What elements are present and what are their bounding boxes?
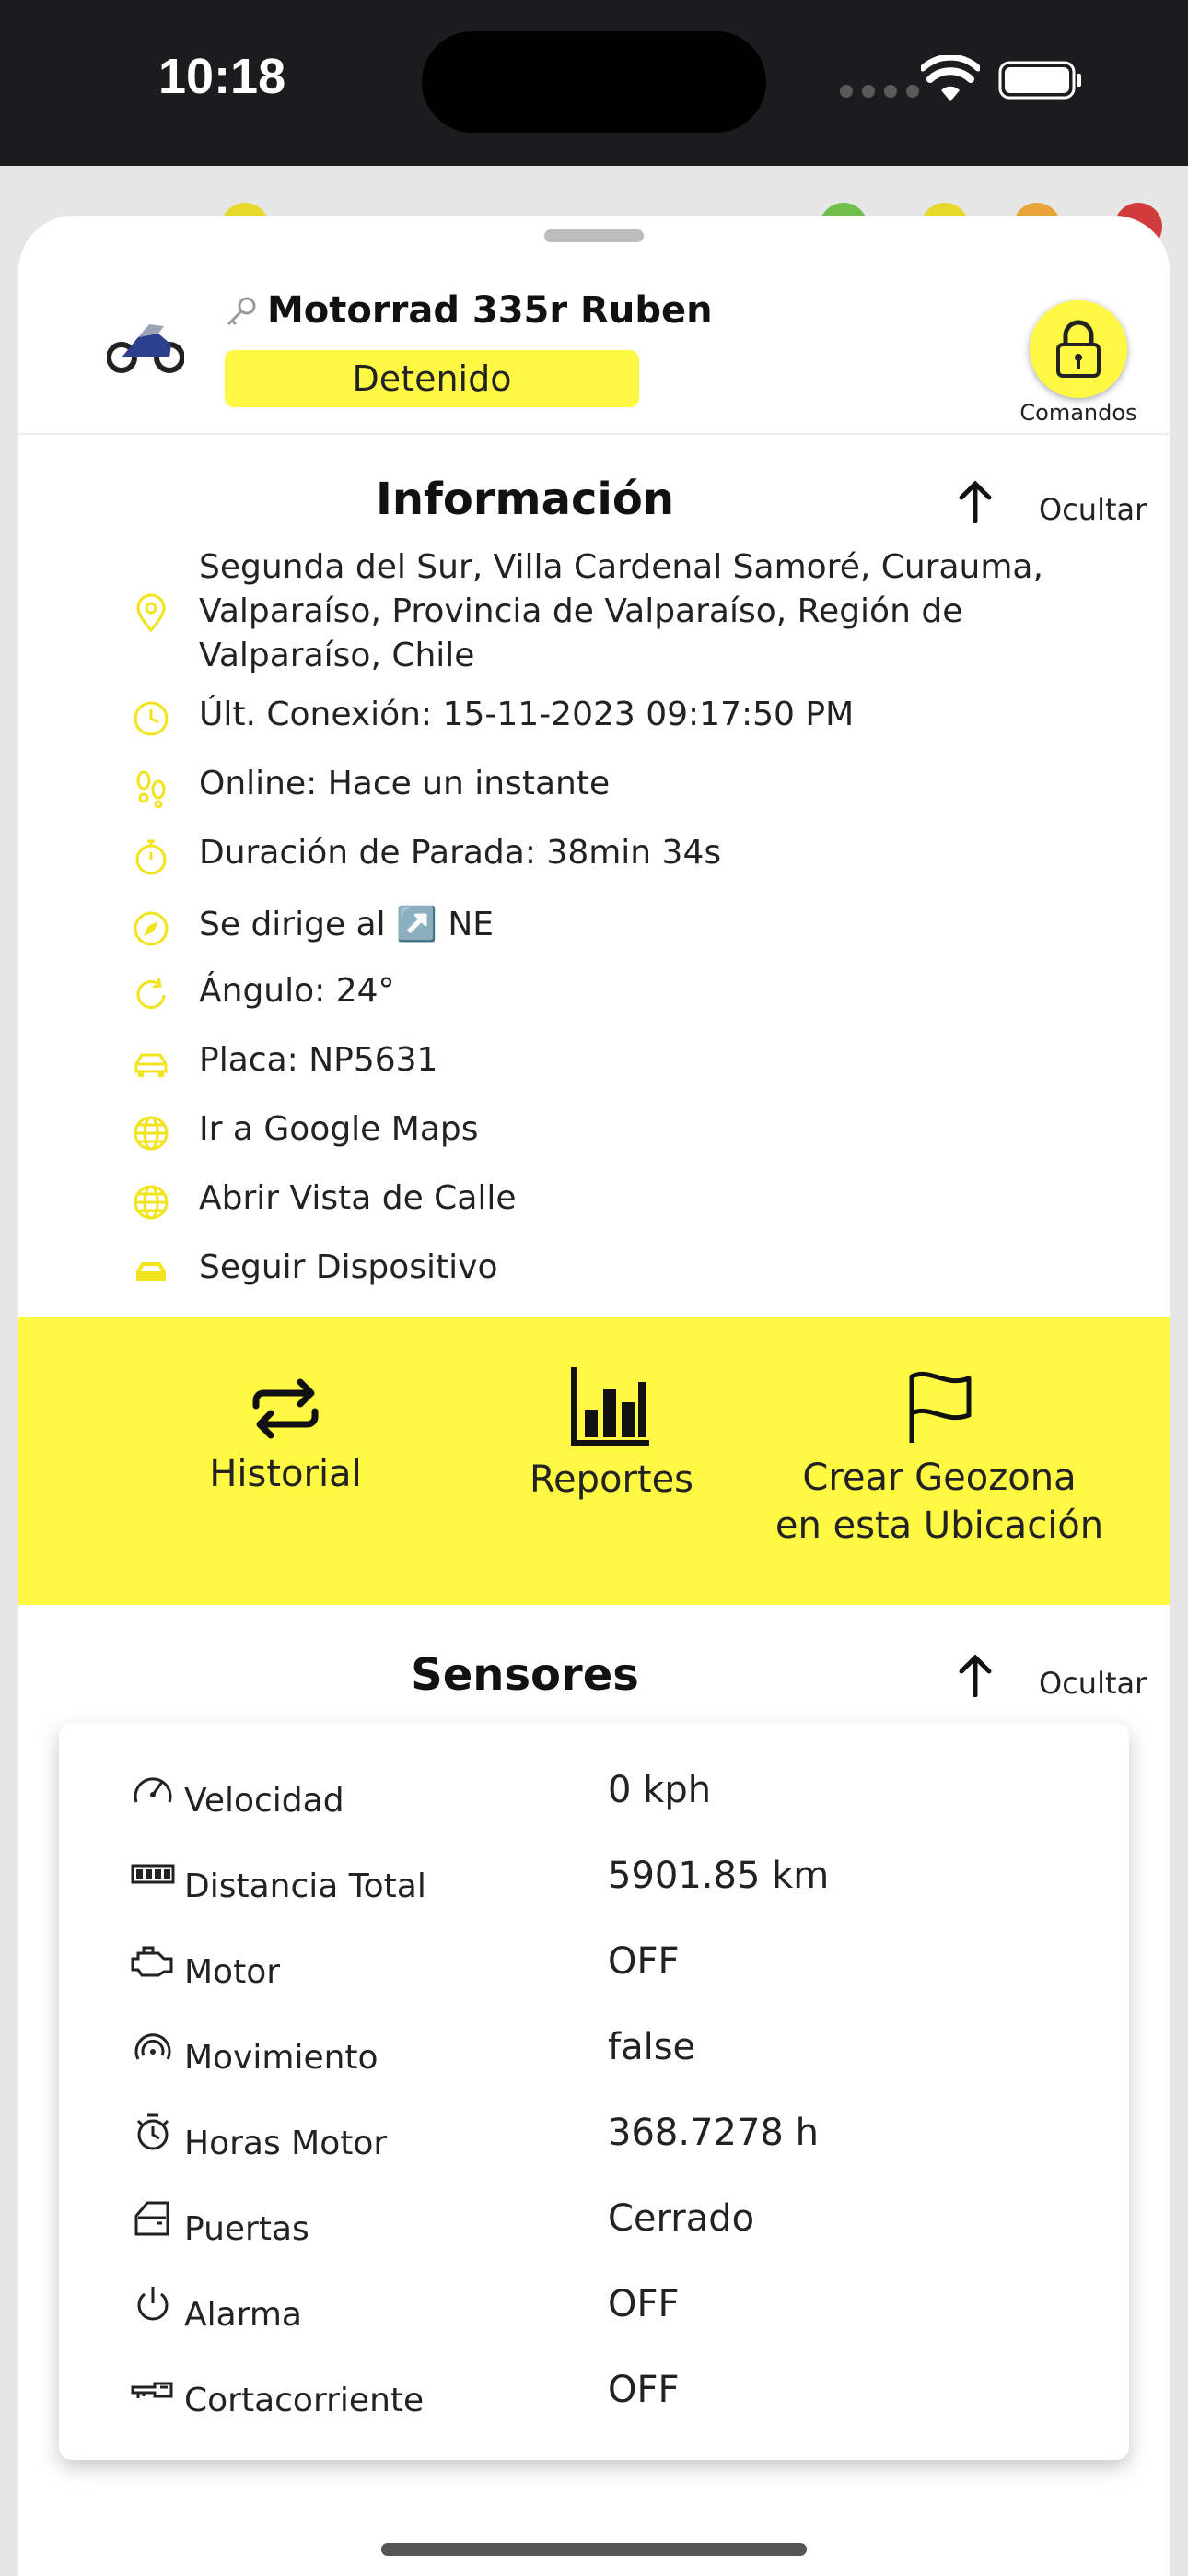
follow-device-link[interactable]: Seguir Dispositivo: [18, 1246, 1170, 1297]
bar-chart-icon: [571, 1367, 649, 1446]
sensor-value: OFF: [608, 1940, 680, 1983]
sensor-row: Cortacorriente OFF: [59, 2363, 1129, 2448]
repeat-icon: [252, 1378, 319, 1439]
info-section-title: Información: [375, 474, 675, 525]
info-row-heading: Se dirige al ↗️ NE: [18, 903, 1170, 954]
footsteps-icon: [136, 770, 166, 808]
clock-icon: [134, 701, 169, 736]
key-icon: [227, 297, 256, 326]
sensor-row: Distancia Total 5901.85 km: [59, 1849, 1129, 1934]
sensor-value: 5901.85 km: [608, 1855, 830, 1897]
device-name: Motorrad 335r Ruben: [267, 289, 713, 332]
engine-icon: [131, 1946, 173, 1977]
google-maps-link-text[interactable]: Ir a Google Maps: [199, 1107, 1101, 1152]
home-indicator[interactable]: [381, 2543, 807, 2556]
history-label: Historial: [209, 1453, 362, 1495]
header-divider: [18, 433, 1170, 435]
info-row-stop-duration: Duración de Parada: 38min 34s: [18, 831, 1170, 883]
sensor-name: Horas Motor: [184, 2125, 388, 2162]
info-row-plate: Placa: NP5631: [18, 1038, 1170, 1090]
sensor-name: Motor: [184, 1953, 281, 1991]
sensor-row: Movimiento false: [59, 2020, 1129, 2105]
info-online-text: Online: Hace un instante: [199, 765, 611, 802]
motorcycle-icon: [107, 324, 184, 373]
sensor-value: OFF: [608, 2369, 680, 2411]
history-button[interactable]: Historial: [138, 1317, 433, 1605]
power-icon: [137, 2287, 169, 2321]
sensor-name: Alarma: [184, 2296, 302, 2334]
compass-icon: [134, 911, 169, 946]
status-badge: Detenido: [225, 350, 639, 407]
geofence-label-line2: en esta Ubicación: [775, 1505, 1104, 1547]
door-icon: [134, 2201, 169, 2236]
sensor-row: Horas Motor 368.7278 h: [59, 2106, 1129, 2191]
create-geofence-button[interactable]: Crear Geozona en esta Ubicación: [774, 1317, 1105, 1605]
arrow-up-icon[interactable]: [954, 1653, 996, 1697]
dynamic-island: [422, 31, 766, 133]
sensors-card: Velocidad 0 kph Distancia Total 5901.85 …: [59, 1723, 1129, 2460]
arrow-up-icon[interactable]: [954, 479, 996, 523]
reports-label: Reportes: [529, 1458, 694, 1501]
motion-icon: [134, 2033, 171, 2060]
geofence-label-line1: Crear Geozona: [802, 1457, 1077, 1499]
cutoff-key-icon: [131, 2382, 173, 2398]
cellular-signal-icon: [840, 85, 919, 98]
battery-icon: [998, 61, 1081, 100]
device-detail-sheet: Motorrad 335r Ruben Detenido Comandos In…: [18, 216, 1170, 2576]
sensor-name: Puertas: [184, 2210, 309, 2248]
info-hide-button[interactable]: Ocultar: [1039, 492, 1147, 527]
info-row-address: Segunda del Sur, Villa Cardenal Samoré, …: [18, 545, 1170, 684]
car-icon: [134, 1053, 168, 1077]
globe-icon: [134, 1116, 169, 1151]
street-view-link-text[interactable]: Abrir Vista de Calle: [199, 1177, 1101, 1221]
follow-device-link-text[interactable]: Seguir Dispositivo: [199, 1246, 1101, 1290]
sensor-row: Velocidad 0 kph: [59, 1763, 1129, 1848]
google-maps-link[interactable]: Ir a Google Maps: [18, 1107, 1170, 1159]
info-address-text: Segunda del Sur, Villa Cardenal Samoré, …: [199, 548, 1043, 674]
info-row-angle: Ángulo: 24°: [18, 969, 1170, 1021]
sensor-value: 0 kph: [608, 1769, 712, 1811]
info-heading-text: Se dirige al ↗️ NE: [199, 906, 494, 943]
info-angle-text: Ángulo: 24°: [199, 972, 395, 1010]
stopwatch-icon: [135, 839, 167, 875]
commands-label: Comandos: [1019, 400, 1137, 426]
sensor-row: Puertas Cerrado: [59, 2192, 1129, 2277]
odometer-icon: [131, 1864, 175, 1884]
info-last-connection-text: Últ. Conexión: 15-11-2023 09:17:50 PM: [199, 696, 855, 733]
status-bar: 10:18: [0, 0, 1188, 166]
reports-button[interactable]: Reportes: [464, 1317, 759, 1605]
lock-icon: [1056, 320, 1101, 378]
sensor-row: Motor OFF: [59, 1935, 1129, 2020]
engine-hours-icon: [136, 2113, 169, 2150]
info-plate-text: Placa: NP5631: [199, 1041, 438, 1079]
speedometer-icon: [134, 1777, 172, 1803]
sensor-value: Cerrado: [608, 2197, 755, 2240]
rotate-icon: [136, 978, 166, 1009]
sensors-hide-button[interactable]: Ocultar: [1039, 1666, 1147, 1701]
commands-button[interactable]: [1030, 300, 1127, 398]
sensor-name: Velocidad: [184, 1782, 344, 1820]
sensor-row: Alarma OFF: [59, 2277, 1129, 2362]
sensor-name: Movimiento: [184, 2039, 379, 2077]
sensor-value: 368.7278 h: [608, 2112, 819, 2154]
wifi-icon: [921, 55, 980, 101]
sensor-value: OFF: [608, 2283, 680, 2325]
action-bar: Historial Reportes Crear Geozona en esta…: [18, 1317, 1170, 1605]
car-follow-icon: [136, 1262, 166, 1281]
location-pin-icon: [136, 593, 166, 633]
sheet-grabber[interactable]: [544, 229, 644, 242]
status-time: 10:18: [158, 49, 286, 104]
street-view-link[interactable]: Abrir Vista de Calle: [18, 1177, 1170, 1228]
info-stop-duration-text: Duración de Parada: 38min 34s: [199, 834, 722, 872]
sensor-value: false: [608, 2026, 696, 2068]
info-row-last-connection: Últ. Conexión: 15-11-2023 09:17:50 PM: [18, 693, 1170, 744]
flag-icon: [909, 1371, 972, 1443]
sensor-name: Cortacorriente: [184, 2382, 425, 2419]
sensors-section-title: Sensores: [411, 1649, 639, 1701]
info-row-online: Online: Hace un instante: [18, 762, 1170, 814]
sensor-name: Distancia Total: [184, 1868, 426, 1905]
globe-icon: [134, 1185, 169, 1220]
